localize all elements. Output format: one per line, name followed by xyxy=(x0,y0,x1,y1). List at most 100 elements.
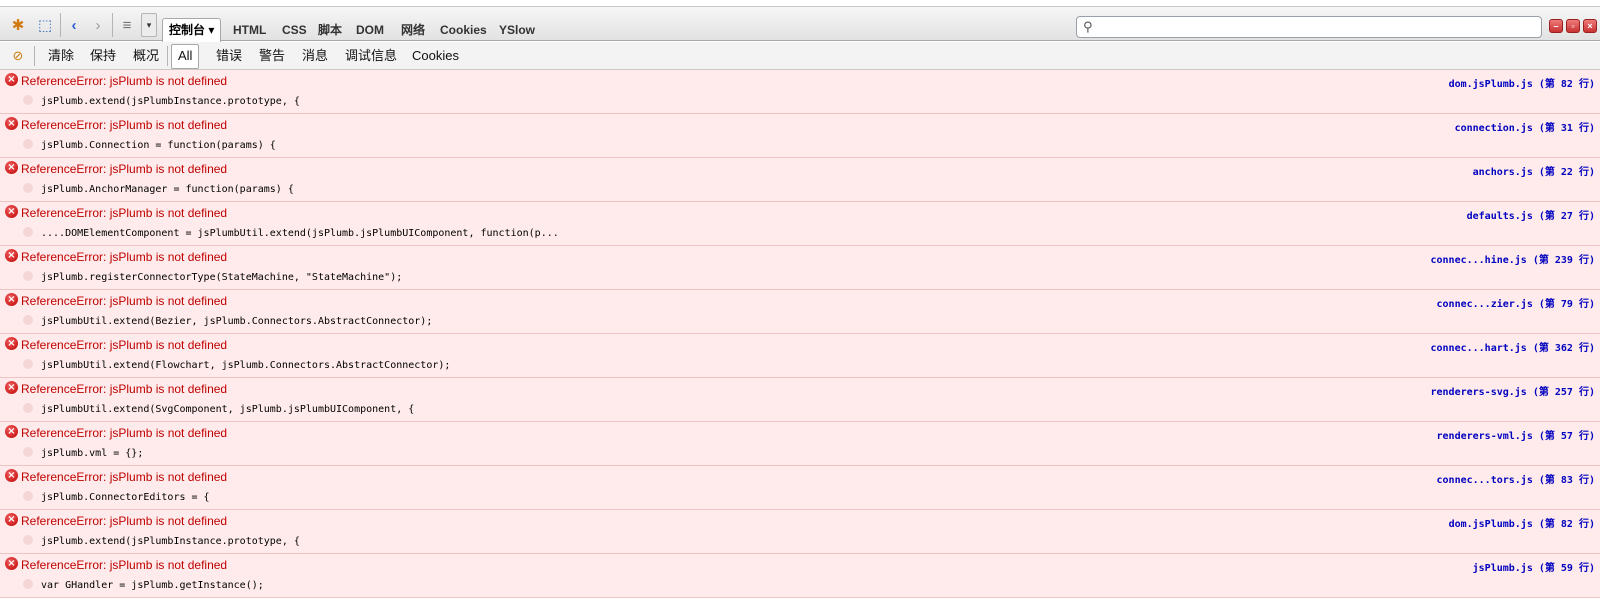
source-line: jsPlumb.AnchorManager = function(params)… xyxy=(41,184,294,195)
error-message[interactable]: ReferenceError: jsPlumb is not defined xyxy=(21,558,227,572)
error-message[interactable]: ReferenceError: jsPlumb is not defined xyxy=(21,206,227,220)
error-icon: × xyxy=(5,425,18,438)
log-entry[interactable]: × ReferenceError: jsPlumb is not defined… xyxy=(0,202,1600,246)
search-icon: ⚲ xyxy=(1083,19,1093,34)
breakpoint-icon[interactable] xyxy=(23,579,33,589)
log-entry[interactable]: × ReferenceError: jsPlumb is not defined… xyxy=(0,510,1600,554)
source-location-link[interactable]: anchors.js (第 22 行) xyxy=(1473,163,1595,178)
filter-cookies[interactable]: Cookies xyxy=(406,46,465,66)
error-message[interactable]: ReferenceError: jsPlumb is not defined xyxy=(21,514,227,528)
dropdown-icon[interactable]: ▾ xyxy=(141,13,157,37)
log-entry[interactable]: × ReferenceError: jsPlumb is not defined… xyxy=(0,378,1600,422)
tab-console[interactable]: 控制台 ▾ xyxy=(162,18,222,43)
log-entry[interactable]: × ReferenceError: jsPlumb is not defined… xyxy=(0,158,1600,202)
clear-console-icon[interactable]: ⊘ xyxy=(6,44,30,68)
source-line: jsPlumb.vml = {}; xyxy=(41,448,144,459)
toolbar-divider xyxy=(60,13,61,37)
log-entry[interactable]: × ReferenceError: jsPlumb is not defined… xyxy=(0,246,1600,290)
error-message[interactable]: ReferenceError: jsPlumb is not defined xyxy=(21,426,227,440)
error-icon: × xyxy=(5,117,18,130)
tab-cookies[interactable]: Cookies xyxy=(432,19,495,42)
source-line: var GHandler = jsPlumb.getInstance(); xyxy=(41,580,264,591)
error-message[interactable]: ReferenceError: jsPlumb is not defined xyxy=(21,118,227,132)
source-location-link[interactable]: dom.jsPlumb.js (第 82 行) xyxy=(1449,515,1595,530)
tab-css[interactable]: CSS xyxy=(274,19,315,42)
error-icon: × xyxy=(5,249,18,262)
tab-html[interactable]: HTML xyxy=(225,19,274,42)
log-entry[interactable]: × ReferenceError: jsPlumb is not defined… xyxy=(0,466,1600,510)
error-message[interactable]: ReferenceError: jsPlumb is not defined xyxy=(21,382,227,396)
filter-info[interactable]: 消息 xyxy=(296,46,334,66)
breakpoint-icon[interactable] xyxy=(23,183,33,193)
filter-warnings[interactable]: 警告 xyxy=(253,46,291,66)
persist-button[interactable]: 保持 xyxy=(84,46,122,66)
source-location-link[interactable]: jsPlumb.js (第 59 行) xyxy=(1473,559,1595,574)
source-line: jsPlumb.registerConnectorType(StateMachi… xyxy=(41,272,403,283)
console-filter-bar: ⊘ 清除 保持 概况 All 错误 警告 消息 调试信息 Cookies xyxy=(0,42,1600,70)
tab-dom[interactable]: DOM xyxy=(348,19,392,42)
error-icon: × xyxy=(5,293,18,306)
minimize-icon[interactable]: – xyxy=(1549,19,1563,33)
error-message[interactable]: ReferenceError: jsPlumb is not defined xyxy=(21,470,227,484)
filter-debug[interactable]: 调试信息 xyxy=(339,46,403,66)
source-location-link[interactable]: renderers-vml.js (第 57 行) xyxy=(1437,427,1595,442)
source-location-link[interactable]: defaults.js (第 27 行) xyxy=(1467,207,1595,222)
error-icon: × xyxy=(5,73,18,86)
log-entry[interactable]: × ReferenceError: jsPlumb is not defined… xyxy=(0,114,1600,158)
toolbar-divider xyxy=(112,13,113,37)
error-message[interactable]: ReferenceError: jsPlumb is not defined xyxy=(21,250,227,264)
log-entry[interactable]: × ReferenceError: jsPlumb is not defined… xyxy=(0,422,1600,466)
breakpoint-icon[interactable] xyxy=(23,139,33,149)
source-line: jsPlumbUtil.extend(Flowchart, jsPlumb.Co… xyxy=(41,360,451,371)
filter-divider xyxy=(167,46,168,66)
error-icon: × xyxy=(5,337,18,350)
back-icon[interactable]: ‹ xyxy=(62,13,86,37)
filter-all[interactable]: All xyxy=(171,44,200,69)
close-icon[interactable]: × xyxy=(1583,19,1597,33)
breakpoint-icon[interactable] xyxy=(23,447,33,457)
breakpoint-icon[interactable] xyxy=(23,535,33,545)
search-input[interactable] xyxy=(1101,18,1537,36)
log-entry[interactable]: × ReferenceError: jsPlumb is not defined… xyxy=(0,70,1600,114)
inspect-icon[interactable]: ⬚ xyxy=(33,13,57,37)
filter-errors[interactable]: 错误 xyxy=(210,46,248,66)
tab-net[interactable]: 网络 xyxy=(393,19,433,42)
profile-button[interactable]: 概况 xyxy=(127,46,165,66)
menu-icon[interactable]: ≡ xyxy=(115,13,139,37)
source-location-link[interactable]: connec...hart.js (第 362 行) xyxy=(1431,339,1596,354)
breakpoint-icon[interactable] xyxy=(23,271,33,281)
breakpoint-icon[interactable] xyxy=(23,359,33,369)
breakpoint-icon[interactable] xyxy=(23,95,33,105)
source-location-link[interactable]: connec...hine.js (第 239 行) xyxy=(1431,251,1596,266)
source-line: jsPlumb.extend(jsPlumbInstance.prototype… xyxy=(41,96,300,107)
source-line: ....DOMElementComponent = jsPlumbUtil.ex… xyxy=(41,228,559,239)
error-message[interactable]: ReferenceError: jsPlumb is not defined xyxy=(21,338,227,352)
tab-script[interactable]: 脚本 xyxy=(310,19,350,42)
log-entry[interactable]: × ReferenceError: jsPlumb is not defined… xyxy=(0,334,1600,378)
error-message[interactable]: ReferenceError: jsPlumb is not defined xyxy=(21,162,227,176)
clear-button[interactable]: 清除 xyxy=(42,46,80,66)
tab-yslow[interactable]: YSlow xyxy=(491,19,543,42)
error-icon: × xyxy=(5,557,18,570)
source-line: jsPlumbUtil.extend(Bezier, jsPlumb.Conne… xyxy=(41,316,433,327)
source-location-link[interactable]: connec...zier.js (第 79 行) xyxy=(1437,295,1595,310)
error-icon: × xyxy=(5,381,18,394)
source-line: jsPlumb.Connection = function(params) { xyxy=(41,140,276,151)
forward-icon[interactable]: › xyxy=(86,13,110,37)
firebug-icon[interactable]: ✱ xyxy=(6,13,30,37)
breakpoint-icon[interactable] xyxy=(23,227,33,237)
source-line: jsPlumb.ConnectorEditors = { xyxy=(41,492,210,503)
breakpoint-icon[interactable] xyxy=(23,315,33,325)
detach-icon[interactable]: ▫ xyxy=(1566,19,1580,33)
log-entry[interactable]: × ReferenceError: jsPlumb is not defined… xyxy=(0,290,1600,334)
source-location-link[interactable]: dom.jsPlumb.js (第 82 行) xyxy=(1449,75,1595,90)
filter-divider xyxy=(34,46,35,66)
source-location-link[interactable]: connec...tors.js (第 83 行) xyxy=(1437,471,1595,486)
breakpoint-icon[interactable] xyxy=(23,491,33,501)
source-location-link[interactable]: connection.js (第 31 行) xyxy=(1455,119,1595,134)
error-message[interactable]: ReferenceError: jsPlumb is not defined xyxy=(21,294,227,308)
log-entry[interactable]: × ReferenceError: jsPlumb is not defined… xyxy=(0,554,1600,598)
error-message[interactable]: ReferenceError: jsPlumb is not defined xyxy=(21,74,227,88)
source-location-link[interactable]: renderers-svg.js (第 257 行) xyxy=(1431,383,1596,398)
breakpoint-icon[interactable] xyxy=(23,403,33,413)
